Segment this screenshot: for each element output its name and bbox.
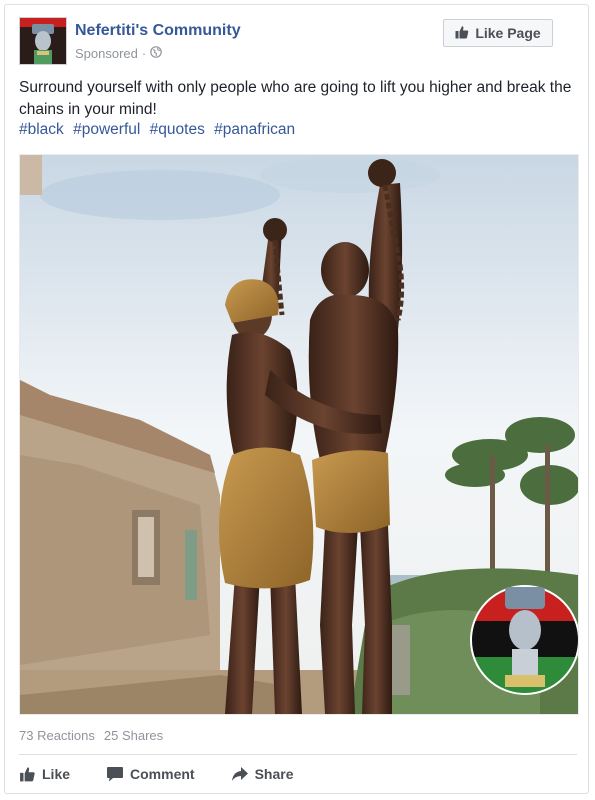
hashtag-list: #black #powerful #quotes #panafrican: [19, 121, 300, 139]
hashtag-link[interactable]: #quotes: [150, 121, 205, 138]
globe-icon: [150, 46, 163, 61]
hashtag-link[interactable]: #black: [19, 121, 64, 138]
post-text: Surround yourself with only people who a…: [19, 79, 572, 118]
share-label: Share: [254, 766, 294, 782]
like-button[interactable]: Like: [19, 766, 70, 782]
like-label: Like: [42, 766, 71, 782]
reactions-count[interactable]: 73 Reactions: [19, 728, 95, 743]
engagement-stats: 73 Reactions 25 Shares: [19, 728, 163, 743]
divider: [19, 754, 577, 755]
page-avatar[interactable]: [19, 17, 67, 65]
hashtag-link[interactable]: #panafrican: [214, 121, 295, 138]
action-bar: Like Comment Share: [19, 761, 330, 787]
page-name-link[interactable]: Nefertiti's Community: [75, 22, 241, 40]
like-page-label: Like Page: [475, 25, 541, 41]
meta-separator: ·: [141, 46, 147, 61]
thumbs-up-icon: [455, 25, 469, 42]
thumbs-up-icon: [19, 766, 36, 782]
shares-count[interactable]: 25 Shares: [104, 728, 163, 743]
comment-label: Comment: [130, 766, 195, 782]
comment-bubble-icon: [106, 766, 124, 782]
share-arrow-icon: [231, 766, 249, 782]
share-button[interactable]: Share: [231, 766, 294, 782]
post-photo[interactable]: [19, 154, 579, 715]
sponsored-post-card: Nefertiti's Community Sponsored · Like P…: [4, 4, 589, 794]
post-meta: Sponsored ·: [75, 46, 163, 61]
hashtag-link[interactable]: #powerful: [73, 121, 140, 138]
comment-button[interactable]: Comment: [106, 766, 195, 782]
like-page-button[interactable]: Like Page: [443, 19, 553, 47]
sponsored-label[interactable]: Sponsored: [75, 46, 138, 61]
